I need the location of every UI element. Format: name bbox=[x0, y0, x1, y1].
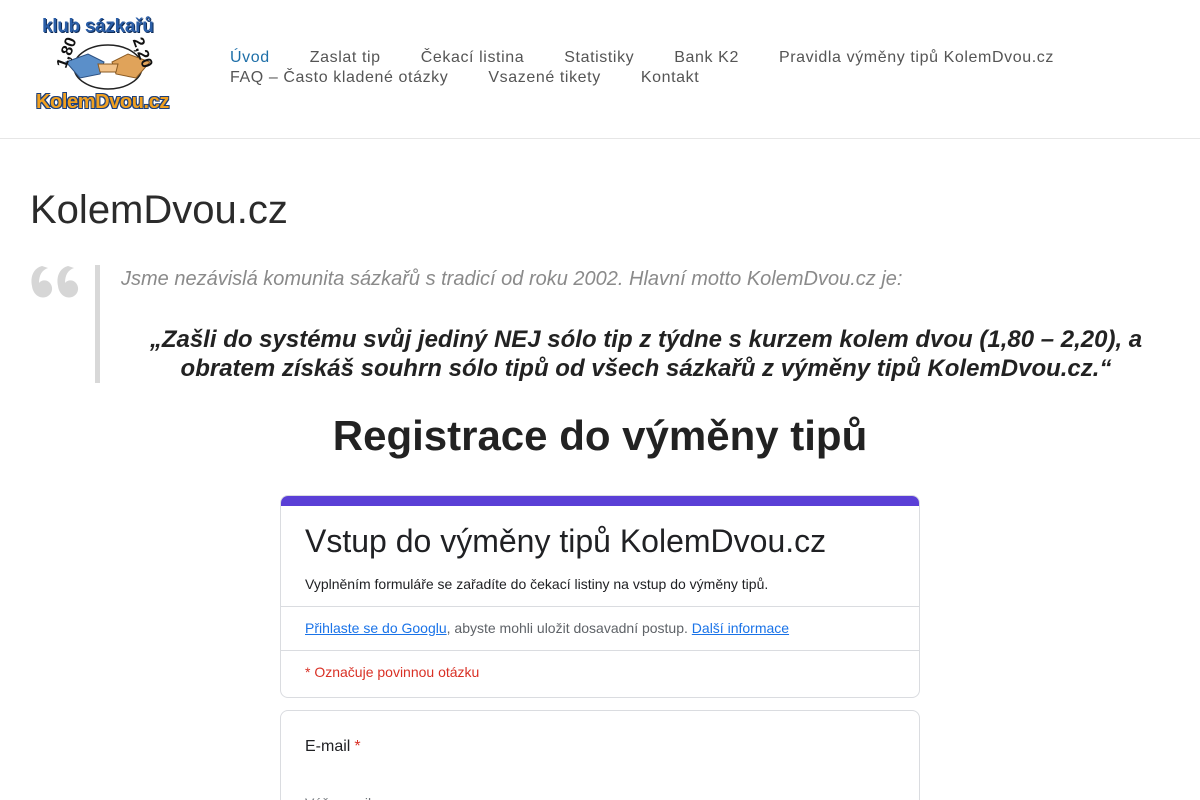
email-label: E-mail * bbox=[305, 738, 361, 756]
form-description: Vyplněním formuláře se zařadíte do čekac… bbox=[305, 576, 769, 592]
quote-border bbox=[95, 265, 100, 383]
nav-item-cekaci-listina[interactable]: Čekací listina bbox=[421, 48, 525, 68]
form-divider bbox=[281, 650, 919, 651]
email-input[interactable] bbox=[305, 791, 605, 800]
registration-heading: Registrace do výměny tipů bbox=[332, 412, 868, 459]
required-mark: * bbox=[354, 738, 361, 755]
site-logo[interactable]: klub sázkařů 1,80 2,20 KolemDvou.cz bbox=[34, 14, 179, 114]
quote-icon bbox=[31, 266, 79, 298]
nav-item-pravidla[interactable]: Pravidla výměny tipů KolemDvou.cz bbox=[779, 48, 1054, 68]
form-header-card: Vstup do výměny tipů KolemDvou.cz Vyplně… bbox=[280, 495, 920, 698]
nav-item-bank-k2[interactable]: Bank K2 bbox=[674, 48, 739, 68]
site-header: klub sázkařů 1,80 2,20 KolemDvou.cz Úvod… bbox=[0, 0, 1200, 139]
required-note: * Označuje povinnou otázku bbox=[305, 664, 480, 680]
nav-row-2: FAQ – Často kladené otázky Vsazené tiket… bbox=[230, 68, 1170, 88]
quote-motto: „Zašli do systému svůj jediný NEJ sólo t… bbox=[149, 326, 1143, 382]
form-title: Vstup do výměny tipů KolemDvou.cz bbox=[305, 523, 827, 559]
form-accent-bar bbox=[281, 496, 919, 506]
nav-item-faq[interactable]: FAQ – Často kladené otázky bbox=[230, 68, 448, 88]
nav-item-zaslat-tip[interactable]: Zaslat tip bbox=[310, 48, 381, 68]
form-signin-notice: Přihlaste se do Googlu, abyste mohli ulo… bbox=[305, 620, 789, 636]
email-question-card: E-mail * bbox=[280, 710, 920, 800]
google-signin-link[interactable]: Přihlaste se do Googlu bbox=[305, 620, 447, 636]
more-info-link[interactable]: Další informace bbox=[692, 620, 789, 636]
signin-text: , abyste mohli uložit dosavadní postup. bbox=[446, 620, 692, 636]
nav-item-statistiky[interactable]: Statistiky bbox=[564, 48, 634, 68]
nav-row-1: Úvod Zaslat tip Čekací listina Statistik… bbox=[230, 48, 1170, 68]
page-title: KolemDvou.cz bbox=[30, 188, 288, 232]
quote-intro: Jsme nezávislá komunita sázkařů s tradic… bbox=[121, 268, 903, 290]
form-divider bbox=[281, 606, 919, 607]
logo-top-text: klub sázkařů bbox=[42, 16, 154, 37]
email-label-text: E-mail bbox=[305, 738, 351, 755]
nav-item-uvod[interactable]: Úvod bbox=[230, 48, 270, 68]
main-navigation: Úvod Zaslat tip Čekací listina Statistik… bbox=[230, 48, 1170, 88]
nav-item-vsazene-tikety[interactable]: Vsazené tikety bbox=[488, 68, 600, 88]
logo-bottom-text: KolemDvou.cz bbox=[36, 91, 170, 113]
nav-item-kontakt[interactable]: Kontakt bbox=[641, 68, 699, 88]
